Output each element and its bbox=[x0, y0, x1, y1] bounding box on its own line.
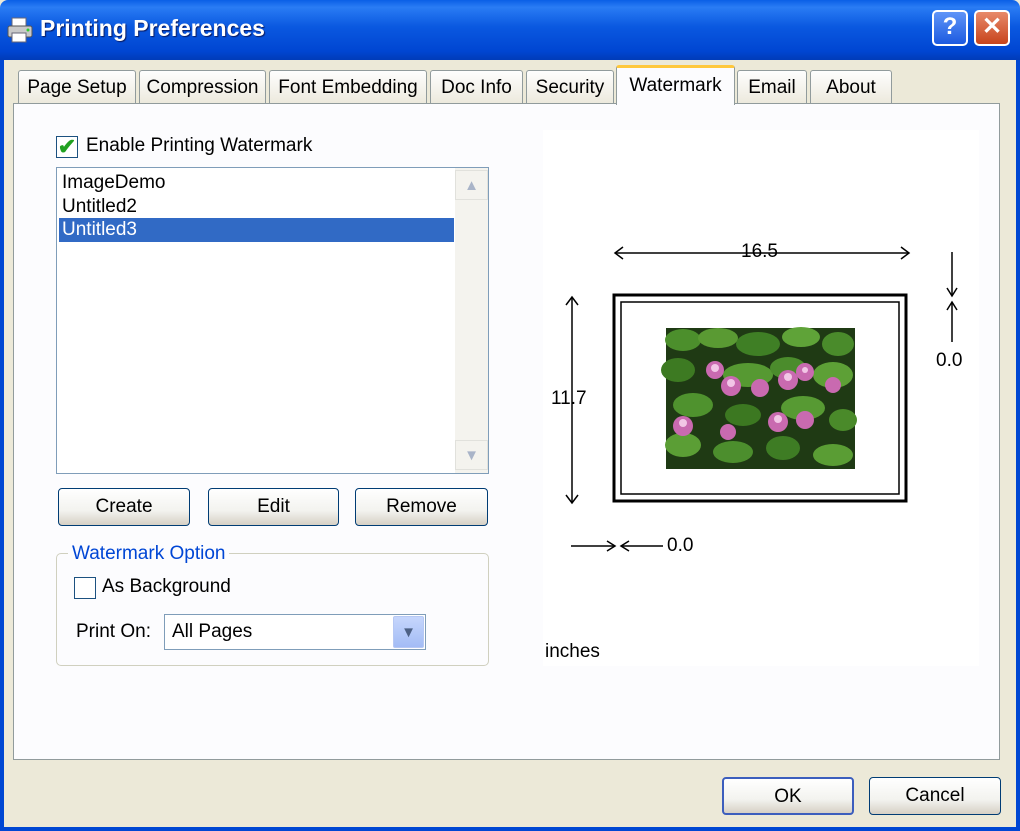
top-offset-arrows bbox=[946, 252, 958, 342]
scroll-up-icon[interactable]: ▲ bbox=[455, 170, 488, 200]
ok-button[interactable]: OK bbox=[722, 777, 854, 815]
list-item[interactable]: ImageDemo bbox=[59, 171, 454, 195]
cancel-button[interactable]: Cancel bbox=[869, 777, 1001, 815]
width-value: 16.5 bbox=[741, 241, 778, 262]
remove-button[interactable]: Remove bbox=[355, 488, 488, 526]
list-item-selected[interactable]: Untitled3 bbox=[59, 218, 454, 242]
watermark-option-label: Watermark Option bbox=[68, 543, 230, 565]
print-on-select[interactable]: All Pages ▼ bbox=[164, 614, 426, 650]
print-on-value: All Pages bbox=[172, 621, 253, 642]
watermark-image bbox=[661, 327, 857, 469]
enable-watermark-label[interactable]: Enable Printing Watermark bbox=[86, 135, 312, 157]
chevron-down-icon[interactable]: ▼ bbox=[393, 616, 424, 648]
checkmark-icon: ✔ bbox=[57, 134, 77, 159]
create-button[interactable]: Create bbox=[58, 488, 190, 526]
enable-watermark-checkbox[interactable]: ✔ bbox=[56, 136, 78, 158]
print-on-label: Print On: bbox=[76, 621, 151, 642]
list-scrollbar[interactable]: ▲ ▼ bbox=[455, 168, 488, 473]
as-background-checkbox[interactable] bbox=[74, 577, 96, 599]
left-offset-arrows bbox=[571, 540, 663, 552]
height-value: 11.7 bbox=[551, 388, 587, 409]
left-offset-value: 0.0 bbox=[667, 535, 694, 556]
edit-button[interactable]: Edit bbox=[208, 488, 339, 526]
dimension-diagram bbox=[565, 246, 958, 552]
units-label: inches bbox=[545, 641, 600, 662]
as-background-label[interactable]: As Background bbox=[102, 576, 231, 598]
scroll-down-icon[interactable]: ▼ bbox=[455, 440, 488, 470]
list-item[interactable]: Untitled2 bbox=[59, 195, 454, 219]
top-offset-value: 0.0 bbox=[936, 350, 963, 371]
